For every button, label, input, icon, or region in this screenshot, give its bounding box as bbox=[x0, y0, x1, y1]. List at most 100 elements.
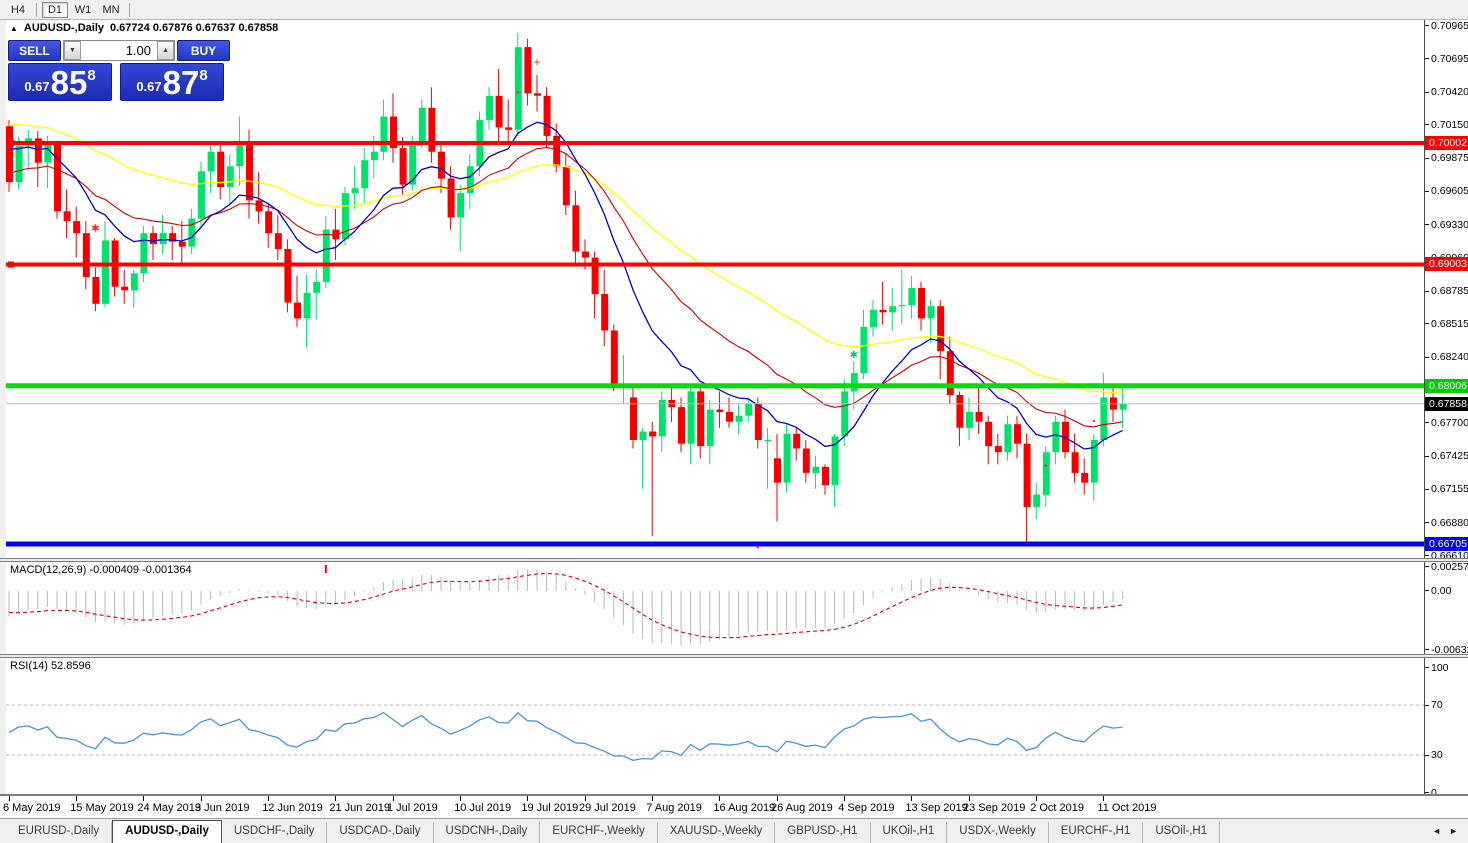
chart-symbol-title: AUDUSD-,Daily bbox=[23, 22, 104, 34]
timeframe-button-h4[interactable]: H4 bbox=[5, 2, 31, 18]
price-axis-label: 0.70965 bbox=[1431, 19, 1468, 32]
date-label: 23 Sep 2019 bbox=[963, 802, 1026, 814]
tab-scroll-left-icon[interactable]: ◄ bbox=[1432, 826, 1441, 836]
chart-tab-usdchf-daily[interactable]: USDCHF-,Daily bbox=[222, 822, 328, 843]
chart-tab-eurchf-h1[interactable]: EURCHF-,H1 bbox=[1049, 822, 1144, 843]
sell-button[interactable]: SELL bbox=[8, 40, 61, 61]
date-label: 15 May 2019 bbox=[70, 802, 134, 814]
date-label: 19 Jul 2019 bbox=[521, 802, 579, 814]
price-axis-label: 0.67425 bbox=[1431, 450, 1468, 463]
tab-nav: ◄ ► bbox=[1432, 826, 1468, 836]
date-label: 21 Jun 2019 bbox=[329, 802, 390, 814]
price-axis-label: 0.68515 bbox=[1431, 317, 1468, 330]
date-label: 29 Jul 2019 bbox=[579, 802, 636, 814]
sell-price-display[interactable]: 0.67 85 8 bbox=[8, 63, 112, 101]
price-level-badge: 0.70002 bbox=[1425, 135, 1468, 150]
date-label: 2 Oct 2019 bbox=[1030, 802, 1085, 814]
price-axis[interactable]: 0.70965 0.70695 0.70420 0.70150 0.69875 0.696… bbox=[1424, 19, 1468, 562]
sell-price-pip: 8 bbox=[87, 67, 96, 84]
price-axis-label: 0.67155 bbox=[1431, 483, 1468, 496]
chart-tab-usoil-h1[interactable]: USOil-,H1 bbox=[1143, 822, 1221, 843]
date-label: 26 Aug 2019 bbox=[771, 802, 833, 814]
macd-indicator-panel[interactable]: MACD(12,26,9) -0.000409 -0.001364 bbox=[6, 562, 1424, 654]
tab-scroll-right-icon[interactable]: ► bbox=[1449, 826, 1458, 836]
rsi-indicator-panel[interactable]: RSI(14) 52.8596 bbox=[6, 658, 1424, 794]
chart-tab-ukoil-h1[interactable]: UKOil-,H1 bbox=[871, 822, 948, 843]
price-axis-label: 0.70695 bbox=[1431, 52, 1468, 65]
chart-tab-gbpusd-h1[interactable]: GBPUSD-,H1 bbox=[775, 822, 871, 843]
macd-label: MACD(12,26,9) -0.000409 -0.001364 bbox=[10, 564, 192, 576]
price-axis-label: 0.68240 bbox=[1431, 351, 1468, 364]
price-axis-label: 0.69605 bbox=[1431, 185, 1468, 198]
volume-decrease-icon[interactable]: ▼ bbox=[64, 41, 81, 60]
chart-tab-usdcnh-daily[interactable]: USDCNH-,Daily bbox=[434, 822, 541, 843]
date-label: 24 May 2019 bbox=[137, 802, 201, 814]
volume-increase-icon[interactable]: ▲ bbox=[157, 41, 174, 60]
chart-tab-usdcad-daily[interactable]: USDCAD-,Daily bbox=[327, 822, 434, 843]
toolbar-divider bbox=[129, 2, 130, 17]
date-axis[interactable]: 6 May 2019 15 May 2019 24 May 2019 3 Jun 20… bbox=[0, 796, 1468, 818]
macd-axis[interactable]: 0.0025740.00-0.006326 bbox=[1424, 561, 1468, 656]
price-axis-label: 0.70150 bbox=[1431, 118, 1468, 131]
timeframe-button-d1[interactable]: D1 bbox=[42, 1, 68, 18]
timeframe-button-w1[interactable]: W1 bbox=[70, 2, 96, 18]
sell-price-base: 0.67 bbox=[24, 79, 50, 94]
rsi-axis-label: 100 bbox=[1431, 661, 1449, 674]
sell-price-big: 85 bbox=[50, 63, 88, 101]
date-label: 6 May 2019 bbox=[3, 802, 61, 814]
price-axis-label: 0.68785 bbox=[1431, 285, 1468, 297]
bid-price-badge: 0.67858 bbox=[1425, 396, 1468, 411]
collapse-triangle-icon[interactable]: ▲ bbox=[10, 24, 18, 33]
chart-marker: ✱ bbox=[91, 223, 99, 234]
timeframe-toolbar: H4 D1 W1 MN bbox=[0, 0, 1468, 20]
rsi-label: RSI(14) 52.8596 bbox=[10, 660, 91, 672]
volume-input[interactable]: 1.00 bbox=[81, 41, 157, 60]
chart-marker: ▪ bbox=[756, 542, 759, 552]
date-label: 11 Oct 2019 bbox=[1097, 802, 1157, 814]
price-axis-label: 0.69330 bbox=[1431, 218, 1468, 231]
one-click-trade-panel: SELL ▼ 1.00 ▲ BUY 0.67 85 8 0.67 87 8 bbox=[8, 40, 232, 101]
price-chart-panel[interactable]: ✱ ▪ + ▪ ✱ ▪ ▪ ▲ AUDUSD-,Daily 0.67724 0.67876 … bbox=[6, 20, 1424, 558]
chart-tab-usdx-weekly[interactable]: USDX-,Weekly bbox=[947, 822, 1049, 843]
rsi-canvas[interactable] bbox=[6, 658, 1424, 794]
chart-tab-eurusd-daily[interactable]: EURUSD-,Daily bbox=[6, 822, 113, 843]
chart-marker: ▪ bbox=[516, 87, 519, 97]
buy-price-big: 87 bbox=[162, 63, 200, 101]
date-label: 4 Sep 2019 bbox=[838, 802, 895, 814]
buy-button[interactable]: BUY bbox=[177, 40, 230, 61]
macd-axis-label: 0.002574 bbox=[1431, 561, 1468, 573]
toolbar-divider bbox=[36, 2, 37, 17]
price-level-badge: 0.68006 bbox=[1425, 378, 1468, 393]
price-axis-label: 0.70420 bbox=[1431, 86, 1468, 99]
chart-tab-xauusd-weekly[interactable]: XAUUSD-,Weekly bbox=[658, 822, 776, 843]
date-label: 10 Jul 2019 bbox=[454, 802, 512, 814]
trading-terminal-window: H4 D1 W1 MN ✱ ▪ + ▪ ✱ ▪ ▪ ▲ AUDUSD-,Daily 0.67724… bbox=[0, 0, 1468, 843]
date-label: 1 Jul 2019 bbox=[387, 802, 438, 814]
candles bbox=[6, 32, 1127, 544]
volume-stepper: ▼ 1.00 ▲ bbox=[63, 40, 175, 61]
macd-canvas[interactable] bbox=[6, 562, 1424, 654]
chart-marker: ▪ bbox=[1044, 461, 1047, 471]
price-axis-label: 0.69875 bbox=[1431, 152, 1468, 165]
chart-tab-audusd-daily[interactable]: AUDUSD-,Daily bbox=[112, 820, 222, 843]
chart-tab-eurchf-weekly[interactable]: EURCHF-,Weekly bbox=[540, 822, 658, 843]
date-label: 3 Jun 2019 bbox=[195, 802, 250, 814]
rsi-axis[interactable]: 100 70 30 0 bbox=[1424, 658, 1468, 799]
buy-price-display[interactable]: 0.67 87 8 bbox=[120, 63, 224, 101]
buy-price-base: 0.67 bbox=[136, 79, 162, 94]
chart-marker: ✱ bbox=[850, 350, 858, 361]
price-axis-label: 0.66880 bbox=[1431, 516, 1468, 529]
date-label: 12 Jun 2019 bbox=[262, 802, 323, 814]
price-axis-label: 0.67700 bbox=[1431, 416, 1468, 429]
price-level-badge: 0.66705 bbox=[1425, 537, 1468, 551]
macd-histogram bbox=[8, 568, 1124, 646]
rsi-axis-label: 30 bbox=[1431, 749, 1443, 761]
date-label: 13 Sep 2019 bbox=[905, 802, 968, 814]
price-level-badge: 0.69003 bbox=[1425, 257, 1468, 272]
chart-marker: + bbox=[533, 55, 540, 69]
rsi-line bbox=[8, 711, 1123, 762]
chart-tab-bar: EURUSD-,Daily AUDUSD-,Daily USDCHF-,Daily U… bbox=[0, 818, 1468, 843]
chart-header: ▲ AUDUSD-,Daily 0.67724 0.67876 0.67637 … bbox=[10, 22, 278, 34]
timeframe-button-mn[interactable]: MN bbox=[98, 2, 124, 18]
date-label: 16 Aug 2019 bbox=[713, 802, 776, 814]
